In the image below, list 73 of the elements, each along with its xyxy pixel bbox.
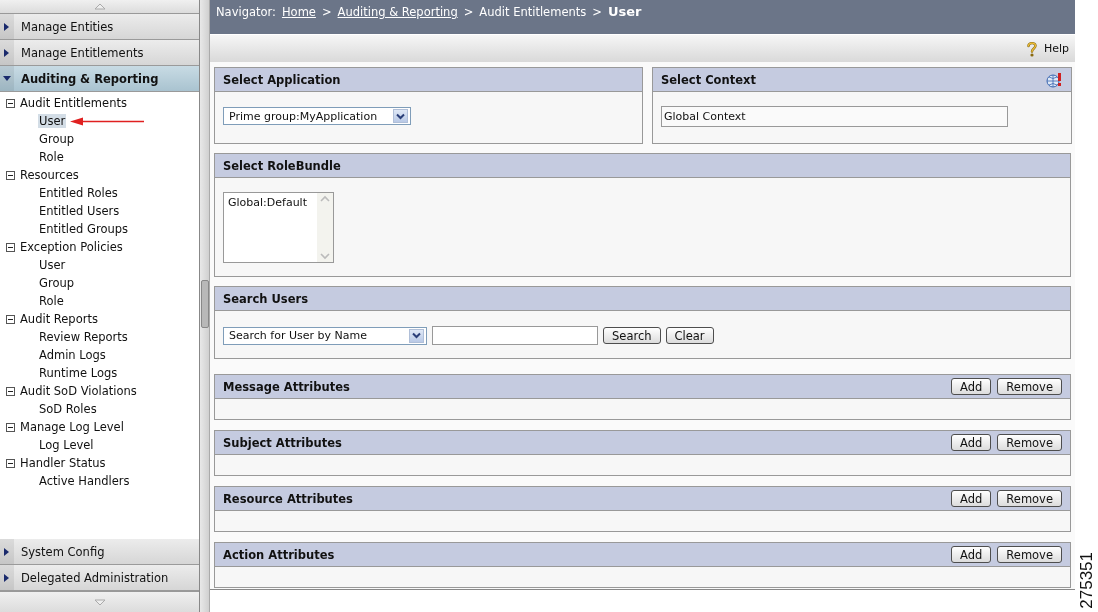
accordion-header[interactable]: Manage Entitlements bbox=[0, 40, 199, 66]
breadcrumb-separator: > bbox=[592, 5, 602, 19]
tree-group-label[interactable]: Resources bbox=[20, 168, 79, 182]
panel-button[interactable]: Add bbox=[951, 434, 992, 451]
panel-title: Resource Attributes bbox=[223, 491, 354, 506]
help-link[interactable]: Help bbox=[1043, 42, 1069, 55]
breadcrumb-current: User bbox=[607, 4, 642, 19]
collapse-icon[interactable] bbox=[6, 386, 15, 396]
application-dropdown[interactable]: Prime group:MyApplication bbox=[223, 107, 411, 125]
panel-title: Action Attributes bbox=[223, 547, 336, 562]
tree-item[interactable]: Role bbox=[38, 294, 65, 308]
tree-item[interactable]: User bbox=[38, 114, 67, 128]
panel-title: Search Users bbox=[223, 291, 310, 306]
panel-title: Select RoleBundle bbox=[223, 158, 342, 173]
tree-group-label[interactable]: Audit Entitlements bbox=[20, 96, 127, 110]
panel-title: Select Application bbox=[223, 72, 342, 87]
help-icon[interactable] bbox=[1025, 40, 1038, 57]
tree-item[interactable]: Runtime Logs bbox=[38, 366, 119, 380]
rolebundle-listbox[interactable]: Global:Default bbox=[223, 192, 334, 263]
tree-item[interactable]: Review Reports bbox=[38, 330, 129, 344]
search-field[interactable] bbox=[432, 326, 598, 345]
tree-item[interactable]: Entitled Groups bbox=[38, 222, 129, 236]
tree-group-label[interactable]: Audit SoD Violations bbox=[20, 384, 137, 398]
breadcrumb-link[interactable]: Auditing & Reporting bbox=[337, 5, 458, 19]
search-criteria-dropdown[interactable]: Search for User by Name bbox=[223, 326, 427, 345]
breadcrumb-separator: > bbox=[463, 5, 474, 19]
tree-item[interactable]: Admin Logs bbox=[38, 348, 107, 362]
tree-item[interactable]: SoD Roles bbox=[38, 402, 98, 416]
tree-item[interactable]: User bbox=[38, 258, 67, 272]
collapse-icon[interactable] bbox=[6, 98, 15, 108]
context-field[interactable]: Global Context bbox=[661, 106, 1008, 127]
tree-group-label[interactable]: Audit Reports bbox=[20, 312, 98, 326]
tree-group-label[interactable]: Exception Policies bbox=[20, 240, 123, 254]
tree-item[interactable]: Log Level bbox=[38, 438, 95, 452]
collapse-icon[interactable] bbox=[6, 458, 15, 468]
chevron-icon[interactable] bbox=[393, 109, 408, 123]
panel-button[interactable]: Add bbox=[951, 490, 992, 507]
panel-button[interactable]: Add bbox=[951, 378, 992, 395]
panel-title: Subject Attributes bbox=[223, 435, 343, 450]
tree-item[interactable]: Active Handlers bbox=[38, 474, 131, 488]
splitter-handle[interactable] bbox=[201, 280, 209, 328]
navigator-label: Navigator: bbox=[216, 5, 276, 19]
list-option[interactable]: Global:Default bbox=[228, 196, 313, 209]
tree-item[interactable]: Group bbox=[38, 132, 75, 146]
tree-item[interactable]: Entitled Roles bbox=[38, 186, 119, 200]
accordion-header[interactable]: Auditing & Reporting bbox=[0, 66, 199, 92]
panel-button[interactable]: Remove bbox=[997, 546, 1062, 563]
breadcrumb-text: Audit Entitlements bbox=[479, 5, 587, 19]
panel-title: Message Attributes bbox=[223, 379, 351, 394]
accordion-header[interactable]: Delegated Administration bbox=[0, 565, 199, 591]
panel-button[interactable]: Remove bbox=[997, 490, 1062, 507]
panel-button[interactable]: Search bbox=[603, 327, 661, 344]
collapse-icon[interactable] bbox=[6, 170, 15, 180]
panel-title: Select Context bbox=[661, 72, 757, 87]
breadcrumb-link[interactable]: Home bbox=[281, 5, 316, 19]
accordion-header[interactable]: System Config bbox=[0, 539, 199, 565]
breadcrumb-separator: > bbox=[321, 5, 332, 19]
collapse-icon[interactable] bbox=[6, 422, 15, 432]
panel-button[interactable]: Remove bbox=[997, 378, 1062, 395]
tree-group-label[interactable]: Handler Status bbox=[20, 456, 106, 470]
tree-item[interactable]: Role bbox=[38, 150, 65, 164]
collapse-icon[interactable] bbox=[6, 314, 15, 324]
chevron-icon[interactable] bbox=[409, 328, 424, 343]
panel-button[interactable]: Add bbox=[951, 546, 992, 563]
panel-button[interactable]: Clear bbox=[665, 327, 714, 344]
globe-alert-icon[interactable] bbox=[1046, 71, 1063, 88]
accordion-header[interactable]: Manage Entities bbox=[0, 14, 199, 40]
figure-number: 275351 bbox=[1076, 552, 1097, 609]
collapse-icon[interactable] bbox=[6, 242, 15, 252]
panel-button[interactable]: Remove bbox=[997, 434, 1062, 451]
tree-item[interactable]: Group bbox=[38, 276, 75, 290]
tree-group-label[interactable]: Manage Log Level bbox=[20, 420, 124, 434]
tree-item[interactable]: Entitled Users bbox=[38, 204, 121, 218]
